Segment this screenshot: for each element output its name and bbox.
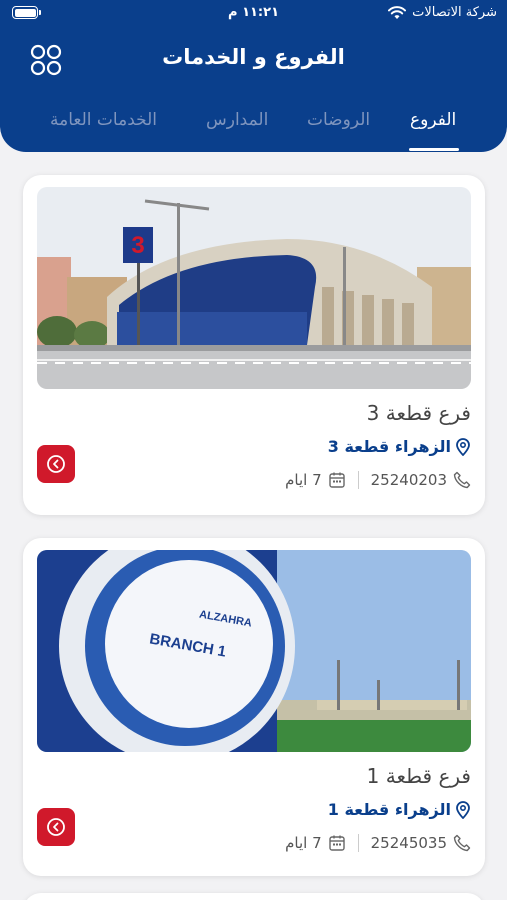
- phone-icon: [453, 471, 471, 489]
- branch-days: 7 ايام: [285, 471, 322, 489]
- tab-public-services[interactable]: الخدمات العامة: [50, 110, 157, 130]
- page-title: الفروع و الخدمات: [162, 45, 345, 69]
- location-label: الزهراء قطعة 3: [327, 437, 451, 456]
- calendar-icon: [328, 835, 345, 851]
- directions-button[interactable]: [37, 445, 75, 483]
- carrier-name: شركة الاتصالات: [412, 5, 497, 20]
- meta-divider: [357, 471, 359, 489]
- branch-location[interactable]: الزهراء قطعة 1: [328, 800, 471, 819]
- category-tabs: الفروع الروضات المدارس الخدمات العامة: [0, 110, 507, 151]
- meta-divider: [357, 834, 359, 852]
- arrow-circle-left-icon: [47, 818, 65, 836]
- calendar-icon: [328, 472, 345, 488]
- map-pin-icon: [456, 800, 470, 819]
- branch-photo: 3: [37, 187, 471, 389]
- directions-button[interactable]: [37, 808, 75, 846]
- branch-card[interactable]: 3 فرع قطعة 3 الزهراء قطعة 3 25240203 7 ا…: [23, 175, 485, 515]
- branch-card[interactable]: ALZAHRA BRANCH 1 فرع قطعة 1 الزهراء قطعة…: [23, 538, 485, 876]
- location-label: الزهراء قطعة 1: [327, 800, 451, 819]
- branch-phone[interactable]: 25245035: [371, 834, 447, 852]
- status-bar: ١١:٢١ م شركة الاتصالات: [0, 0, 507, 28]
- tab-branches[interactable]: الفروع: [410, 110, 456, 130]
- map-pin-icon: [456, 437, 470, 456]
- tab-schools[interactable]: المدارس: [206, 110, 268, 130]
- branch-location[interactable]: الزهراء قطعة 3: [328, 437, 471, 456]
- app-header: ١١:٢١ م شركة الاتصالات الفروع و الخدمات …: [0, 0, 507, 152]
- tab-kindergartens[interactable]: الروضات: [307, 110, 370, 130]
- photo-sign-text: 3: [131, 232, 144, 259]
- arrow-circle-left-icon: [47, 455, 65, 473]
- branch-days: 7 ايام: [285, 834, 322, 852]
- carrier-info: شركة الاتصالات: [388, 5, 497, 20]
- branch-meta: 25245035 7 ايام: [285, 834, 471, 852]
- wifi-icon: [388, 5, 407, 19]
- branch-photo: ALZAHRA BRANCH 1: [37, 550, 471, 752]
- branch-phone[interactable]: 25240203: [371, 471, 447, 489]
- branch-card[interactable]: [23, 893, 485, 900]
- active-tab-indicator: [409, 148, 459, 151]
- grid-menu-icon[interactable]: [30, 44, 62, 76]
- branch-meta: 25240203 7 ايام: [285, 471, 471, 489]
- phone-icon: [453, 834, 471, 852]
- branch-name: فرع قطعة 1: [366, 764, 471, 788]
- branch-name: فرع قطعة 3: [366, 401, 471, 425]
